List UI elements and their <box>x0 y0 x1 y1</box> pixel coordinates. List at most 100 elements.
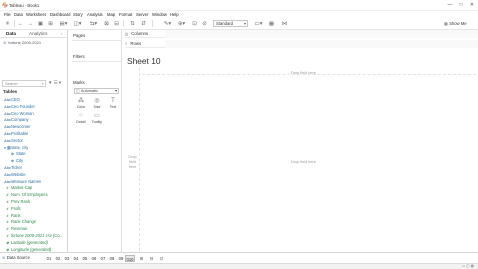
minimize-button[interactable]: — <box>445 2 455 8</box>
search-input[interactable]: Search ⌕ <box>2 80 46 87</box>
labels-icon[interactable]: ⊡ <box>191 20 198 27</box>
field-item[interactable]: ⊕ Latitude (generated) <box>4 240 68 247</box>
menu-help[interactable]: Help <box>170 12 179 17</box>
sheet-tab-05[interactable]: 05 <box>81 255 89 262</box>
tooltip-button[interactable]: ▭ Tooltip <box>89 112 105 126</box>
menu-map[interactable]: Map <box>107 12 115 17</box>
detail-button[interactable]: ⁘ Detail <box>73 112 89 126</box>
field-item[interactable]: # Rank <box>4 213 68 220</box>
new-data-source-icon[interactable]: ⊞ <box>47 20 54 27</box>
close-button[interactable]: ✕ <box>467 2 477 8</box>
tab-data[interactable]: Data <box>6 31 16 36</box>
pages-shelf[interactable] <box>72 40 121 50</box>
sheet-tab-03[interactable]: 03 <box>63 255 71 262</box>
share-icon[interactable]: ⋈ <box>281 20 288 27</box>
sort-ascending-icon[interactable]: ⇅ <box>129 20 136 27</box>
show-cards-icon[interactable]: ▦ <box>268 20 275 27</box>
view-size-dropdown[interactable]: Standard ▾ <box>213 20 248 27</box>
new-worksheet-icon[interactable]: ▤▾ <box>59 20 68 27</box>
filter-sort-icons[interactable]: ▼ ☰ ▾ <box>48 80 61 86</box>
field-item[interactable]: # Market Cap <box>4 185 68 192</box>
field-item[interactable]: # Num. Of Employees <box>4 192 68 199</box>
new-worksheet-tab-icon[interactable]: ⊞ <box>138 255 145 262</box>
field-item[interactable]: Abc Sector <box>4 138 68 145</box>
drop-field-top[interactable]: Drop field here <box>291 71 316 75</box>
filters-shelf[interactable] <box>72 61 121 75</box>
field-item[interactable]: # Revenue <box>4 226 68 233</box>
presentation-icon[interactable]: ▭▾ <box>254 20 263 27</box>
sheet-tab-06[interactable]: 06 <box>90 255 98 262</box>
menu-data[interactable]: Data <box>14 12 23 17</box>
field-item[interactable]: ⊕ State <box>4 151 68 158</box>
tableau-home-icon[interactable]: ✳ <box>4 20 11 27</box>
show-me-button[interactable]: ▦ Show Me <box>444 20 474 27</box>
field-label: Sector <box>11 137 23 143</box>
menu-file[interactable]: File <box>4 12 11 17</box>
tab-analytics[interactable]: Analytics <box>29 31 47 36</box>
sheet-tab-07[interactable]: 07 <box>99 255 107 262</box>
sheet-tab-04[interactable]: 04 <box>72 255 80 262</box>
rows-shelf[interactable]: ≡ Rows <box>125 40 478 48</box>
field-item[interactable]: Abc CEO <box>4 97 68 104</box>
color-icon: ⁂ <box>78 98 84 104</box>
columns-drop-area[interactable] <box>165 30 478 38</box>
drop-field-left[interactable]: Drop field here <box>127 155 138 170</box>
menu-analysis[interactable]: Analysis <box>87 12 103 17</box>
field-item[interactable]: # fortune 2000-2021 csv (Co... <box>4 233 68 240</box>
data-source-tab[interactable]: ⊜ Data Source <box>2 255 30 260</box>
maximize-button[interactable]: □ <box>456 2 466 8</box>
field-item[interactable]: Abc Measure Names <box>4 179 68 186</box>
swap-icon[interactable]: ⇆▾ <box>89 20 98 27</box>
field-item[interactable]: Abc Ticker <box>4 165 68 172</box>
field-item[interactable]: # Rank Change <box>4 219 68 226</box>
fix-axes-icon[interactable]: ⊘ <box>201 20 208 27</box>
field-item[interactable]: Abc Newcomer <box>4 124 68 131</box>
save-icon[interactable]: ▣ <box>37 20 44 27</box>
drop-field-center[interactable]: Drop field here <box>291 160 316 164</box>
field-label: CEO <box>11 97 20 102</box>
pause-icon[interactable]: ⊟ <box>113 20 120 27</box>
field-item[interactable]: ⊕ City <box>4 158 68 165</box>
color-button[interactable]: ⁂ Color <box>73 97 89 111</box>
sheet-tab-02[interactable]: 02 <box>54 255 62 262</box>
field-item[interactable]: ▾ ⛓ state, city <box>4 145 68 152</box>
minimize-pane-icon[interactable]: ‹ <box>61 31 62 36</box>
menu-worksheet[interactable]: Worksheet <box>26 12 46 17</box>
field-item[interactable]: Abc Ceo Founder <box>4 104 68 111</box>
duplicate-icon[interactable]: ◫▾ <box>73 20 82 27</box>
menu-window[interactable]: Window <box>152 12 167 17</box>
sheet-title[interactable]: Sheet 10 <box>127 56 161 66</box>
sort-descending-icon[interactable]: ⇵ <box>140 20 147 27</box>
clear-icon[interactable]: ⊠ <box>103 20 110 27</box>
size-button[interactable]: ◎ Size <box>89 97 105 111</box>
highlight-icon[interactable]: ✎▾ <box>163 20 172 27</box>
text-button[interactable]: T Text <box>105 97 121 111</box>
field-item[interactable]: # Prev Rank <box>4 199 68 206</box>
group-icon[interactable]: ⊕▾ <box>177 20 186 27</box>
menu-story[interactable]: Story <box>73 12 83 17</box>
size-label: Size <box>93 105 101 109</box>
sheet-tab-09[interactable]: 09 <box>117 255 125 262</box>
field-item[interactable]: Abc Ceo Woman <box>4 111 68 118</box>
mark-type-dropdown[interactable]: ◫ Automatic ▾ <box>74 88 119 94</box>
text-label: Text <box>109 105 117 109</box>
undo-icon[interactable]: ← <box>17 20 24 27</box>
sheet-tab-01[interactable]: 01 <box>45 255 53 262</box>
field-item[interactable]: # Profit <box>4 206 68 213</box>
data-source-item[interactable]: ⊜ fortune 2000-2021 <box>3 39 67 46</box>
menu-server[interactable]: Server <box>136 12 148 17</box>
field-item[interactable]: Abc Company <box>4 117 68 124</box>
redo-icon[interactable]: → <box>27 20 34 27</box>
view-mode-icons[interactable]: ▭ ◫ ▦ <box>462 264 474 268</box>
measure-type-icon: # <box>6 199 9 204</box>
new-story-tab-icon[interactable]: ⊡ <box>158 255 165 262</box>
rows-drop-area[interactable] <box>165 40 478 48</box>
columns-shelf[interactable]: ||| Columns <box>125 30 478 38</box>
sheet-tab-08[interactable]: 08 <box>108 255 116 262</box>
field-item[interactable]: Abc Website <box>4 172 68 179</box>
menu-dashboard[interactable]: Dashboard <box>50 12 71 17</box>
sheet-tab-010[interactable]: 010 <box>125 255 135 262</box>
menu-format[interactable]: Format <box>119 12 132 17</box>
new-dashboard-tab-icon[interactable]: ⊟ <box>148 255 155 262</box>
field-item[interactable]: Abc Profitable <box>4 131 68 138</box>
